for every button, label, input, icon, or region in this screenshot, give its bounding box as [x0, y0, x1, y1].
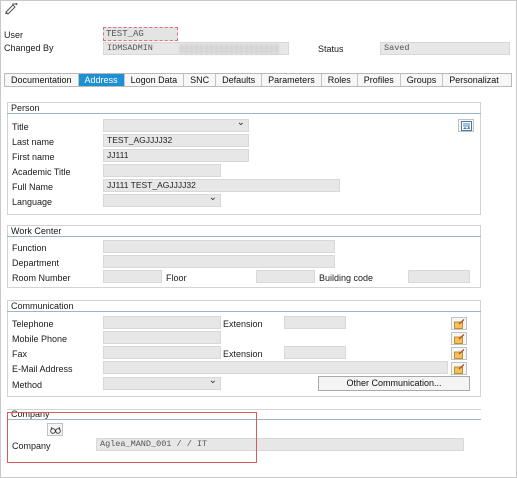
extension-label: Extension	[223, 319, 263, 329]
tab-strip: Documentation Address Logon Data SNC Def…	[4, 73, 512, 87]
full-name-label: Full Name	[12, 182, 54, 192]
title-select[interactable]	[103, 119, 249, 132]
redacted-timestamp	[180, 44, 280, 54]
tab-roles[interactable]: Roles	[322, 74, 358, 86]
tab-snc[interactable]: SNC	[184, 74, 217, 86]
display-change-icon[interactable]	[4, 2, 18, 15]
method-label: Method	[12, 380, 43, 390]
tab-profiles[interactable]: Profiles	[358, 74, 401, 86]
mobile-edit-icon[interactable]	[451, 332, 467, 345]
work-center-group-title: Work Center	[7, 226, 481, 237]
person-group-title: Person	[7, 103, 481, 114]
last-name-label: Last name	[12, 137, 55, 147]
floor-label: Floor	[166, 273, 187, 283]
communication-group-title: Communication	[7, 301, 481, 312]
language-select[interactable]	[103, 194, 221, 207]
function-label: Function	[12, 243, 47, 253]
tab-defaults[interactable]: Defaults	[216, 74, 263, 86]
telephone-field[interactable]	[103, 316, 221, 329]
function-field[interactable]	[103, 240, 335, 253]
fax-label: Fax	[12, 349, 28, 359]
room-number-label: Room Number	[12, 273, 71, 283]
academic-title-field[interactable]	[103, 164, 221, 177]
email-field[interactable]	[103, 361, 448, 374]
highlight-box	[7, 412, 257, 463]
fax-extension-field[interactable]	[284, 346, 346, 359]
picture-icon[interactable]	[458, 119, 474, 132]
first-name-label: First name	[12, 152, 55, 162]
tab-logon-data[interactable]: Logon Data	[125, 74, 185, 86]
status-label: Status	[318, 44, 344, 54]
fax-edit-icon[interactable]	[451, 347, 467, 360]
mobile-phone-label: Mobile Phone	[12, 334, 68, 344]
telephone-label: Telephone	[12, 319, 54, 329]
user-field[interactable]: TEST_AG	[103, 27, 178, 41]
last-name-field[interactable]: TEST_AGJJJJ32	[103, 134, 249, 147]
telephone-edit-icon[interactable]	[451, 317, 467, 330]
full-name-field: JJ111 TEST_AGJJJJ32	[103, 179, 340, 192]
other-communication-button[interactable]: Other Communication...	[318, 376, 470, 391]
room-number-field[interactable]	[103, 270, 162, 283]
tab-personalization[interactable]: Personalizat	[443, 74, 505, 86]
title-label: Title	[12, 122, 29, 132]
email-edit-icon[interactable]	[451, 362, 467, 375]
tab-documentation[interactable]: Documentation	[5, 74, 79, 86]
fax-field[interactable]	[103, 346, 221, 359]
department-label: Department	[12, 258, 60, 268]
mobile-phone-field[interactable]	[103, 331, 221, 344]
language-label: Language	[12, 197, 53, 207]
changed-by-label: Changed By	[4, 43, 54, 53]
email-label: E-Mail Address	[12, 364, 73, 374]
tab-parameters[interactable]: Parameters	[262, 74, 322, 86]
academic-title-label: Academic Title	[12, 167, 71, 177]
floor-field[interactable]	[256, 270, 315, 283]
department-field[interactable]	[103, 255, 335, 268]
user-label: User	[4, 30, 24, 40]
first-name-field[interactable]: JJ111	[103, 149, 249, 162]
fax-extension-label: Extension	[223, 349, 263, 359]
extension-field[interactable]	[284, 316, 346, 329]
method-select[interactable]	[103, 377, 221, 390]
status-field: Saved	[380, 42, 510, 55]
building-code-field[interactable]	[408, 270, 470, 283]
changed-by-value: IDMSADMIN	[107, 43, 153, 53]
tab-groups[interactable]: Groups	[401, 74, 444, 86]
tab-address[interactable]: Address	[78, 74, 125, 86]
building-code-label: Building code	[319, 273, 374, 283]
